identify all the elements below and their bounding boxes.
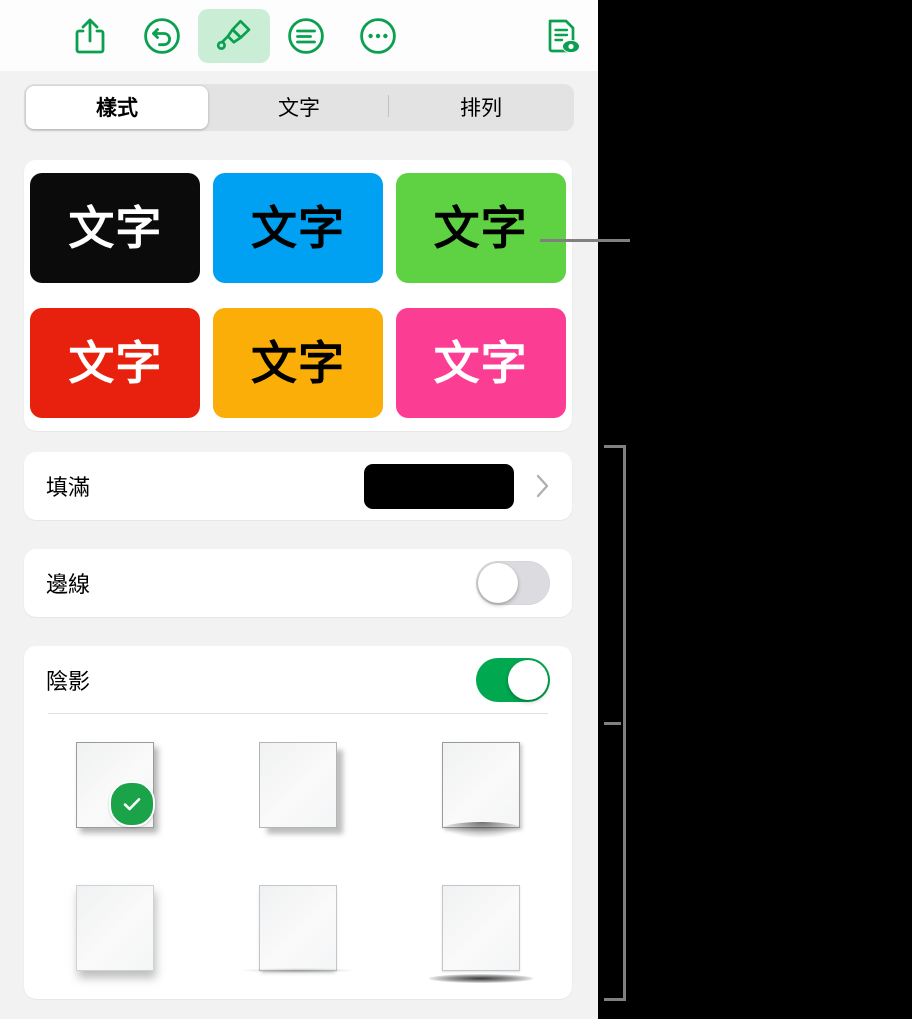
border-row: 邊線 (24, 549, 572, 617)
shadow-label: 陰影 (46, 668, 91, 694)
shadow-preset-flat[interactable] (228, 863, 368, 993)
fill-controls (364, 463, 550, 509)
fill-card[interactable]: 填滿 (24, 452, 572, 520)
fill-color-swatch[interactable] (364, 463, 514, 509)
shadow-toggle[interactable] (476, 657, 550, 702)
style-swatch[interactable]: 文字 (212, 308, 383, 419)
toolbar (0, 0, 598, 72)
style-swatch[interactable]: 文字 (30, 308, 201, 419)
shadow-thumb (76, 884, 155, 971)
border-card: 邊線 (24, 549, 572, 617)
format-brush-button[interactable] (198, 8, 270, 63)
tab-style[interactable]: 樣式 (26, 85, 208, 129)
style-swatch[interactable]: 文字 (395, 308, 566, 419)
border-controls (476, 561, 550, 605)
insert-icon (287, 17, 325, 55)
style-presets-card: 文字 文字 文字 文字 文字 文字 (24, 160, 572, 431)
shadow-line (428, 973, 533, 983)
shadow-controls (476, 657, 550, 702)
shadow-thumb (438, 742, 525, 839)
shadow-preset-drop[interactable] (45, 720, 185, 850)
shadow-contact (237, 967, 358, 973)
paintbrush-icon (215, 17, 253, 55)
tab-divider (388, 94, 389, 117)
shadow-preset-soft[interactable] (45, 863, 185, 993)
callout-leader-line (540, 239, 630, 242)
shadow-curl (438, 822, 525, 839)
callout-bracket-tick (604, 722, 621, 725)
tab-arrange[interactable]: 排列 (390, 86, 572, 129)
fill-label: 填滿 (46, 475, 91, 500)
shadow-thumb (258, 742, 337, 829)
style-swatch[interactable]: 文字 (30, 172, 201, 283)
fill-row[interactable]: 填滿 (24, 452, 572, 520)
more-icon (359, 17, 397, 55)
chevron-right-icon[interactable] (536, 474, 550, 498)
tabs-container: 樣式 文字 排列 (0, 71, 598, 143)
more-button[interactable] (342, 9, 414, 63)
style-swatch[interactable]: 文字 (212, 172, 383, 283)
undo-button[interactable] (126, 9, 198, 63)
format-inspector-panel: 樣式 文字 排列 文字 文字 文字 文字 文字 文字 填滿 邊線 陰影 (0, 0, 598, 1019)
share-icon (73, 17, 107, 55)
shadow-presets-grid (24, 714, 572, 999)
shadow-thumb (237, 884, 358, 973)
share-button[interactable] (54, 9, 126, 63)
border-toggle[interactable] (476, 561, 550, 605)
insert-button[interactable] (270, 9, 342, 63)
shadow-preset-curved[interactable] (411, 720, 551, 850)
undo-icon (143, 17, 181, 55)
document-view-button[interactable] (526, 9, 598, 63)
border-toggle-knob (478, 563, 518, 603)
shadow-row: 陰影 (24, 646, 572, 713)
shadow-toggle-knob (508, 659, 548, 700)
style-presets-grid: 文字 文字 文字 文字 文字 文字 (24, 160, 572, 431)
segmented-control[interactable]: 樣式 文字 排列 (24, 83, 574, 131)
document-view-icon (542, 16, 582, 56)
checkmark-icon (109, 781, 156, 828)
shadow-thumb (428, 884, 533, 983)
border-label: 邊線 (46, 572, 91, 597)
shadow-preset-contact[interactable] (228, 720, 368, 850)
style-swatch[interactable]: 文字 (395, 172, 566, 283)
shadow-card: 陰影 (24, 646, 572, 999)
shadow-preset-line[interactable] (411, 863, 551, 993)
tab-text[interactable]: 文字 (208, 86, 390, 129)
